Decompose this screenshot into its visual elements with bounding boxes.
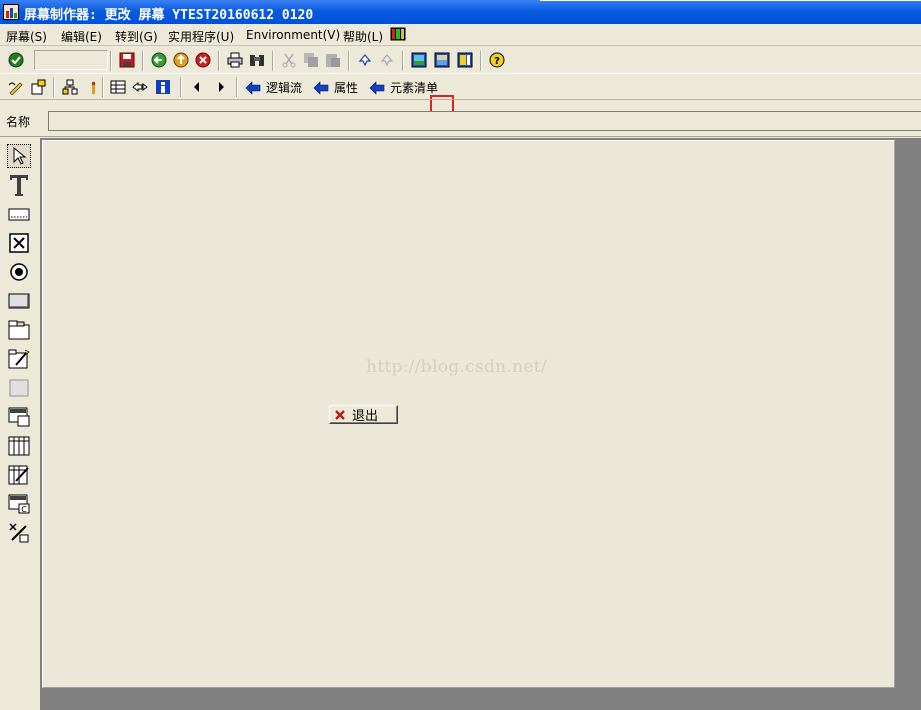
cancel-icon[interactable] xyxy=(193,50,213,70)
marker-icon[interactable] xyxy=(84,77,104,97)
watermark: http://blog.csdn.net/ xyxy=(366,357,547,377)
menu-goto[interactable]: 转到(G) xyxy=(115,28,158,45)
toolbar-separator xyxy=(53,77,55,97)
toolbar-separator xyxy=(236,77,238,97)
svg-text:?: ? xyxy=(494,56,500,67)
print-icon[interactable] xyxy=(225,50,245,70)
toolbar-separator xyxy=(348,51,350,71)
app-icon xyxy=(3,4,19,20)
name-label: 名称 xyxy=(6,115,31,129)
toolbar-separator xyxy=(272,51,274,71)
svg-text:C: C xyxy=(21,505,27,514)
prev-icon[interactable] xyxy=(187,77,207,97)
status-icon[interactable] xyxy=(7,521,31,545)
copy-icon xyxy=(301,50,321,70)
command-field[interactable] xyxy=(34,50,108,70)
title-bar: 屏幕制作器: 更改 屏幕 YTEST20160612 0120 xyxy=(0,0,921,24)
arrow-left-icon xyxy=(313,80,329,95)
exit-button-label: 退出 xyxy=(352,409,379,424)
nav-flow-logic[interactable]: 逻辑流 xyxy=(245,79,302,96)
nav-element-list-label: 元素清单 xyxy=(390,81,439,95)
arrow-left-icon xyxy=(245,80,261,95)
menu-help[interactable]: 帮助(L) xyxy=(343,28,383,45)
checkbox-icon[interactable] xyxy=(7,231,31,255)
new-element-icon[interactable] xyxy=(28,77,48,97)
custom-control-icon[interactable]: C xyxy=(7,492,31,516)
tabstrip-icon[interactable] xyxy=(7,318,31,342)
toolbar-separator xyxy=(102,77,104,97)
nav-flow-logic-label: 逻辑流 xyxy=(266,81,303,95)
next-icon[interactable] xyxy=(211,77,231,97)
toolbar-separator xyxy=(480,51,482,71)
menu-environment[interactable]: Environment(V) xyxy=(246,28,340,42)
menu-bar: 屏幕(S) 编辑(E) 转到(G) 实用程序(U) Environment(V)… xyxy=(0,24,921,46)
application-toolbar xyxy=(0,75,921,100)
edit-icon[interactable] xyxy=(6,77,26,97)
input-format-icon[interactable] xyxy=(108,77,128,97)
title-bar-edge xyxy=(540,0,921,1)
help-icon[interactable]: ? xyxy=(487,50,507,70)
name-bar: 名称 xyxy=(0,103,921,137)
undo-icon[interactable] xyxy=(355,50,375,70)
text-field-icon[interactable] xyxy=(7,173,31,197)
standard-toolbar: ? xyxy=(0,47,921,119)
radio-button-icon[interactable] xyxy=(7,260,31,284)
name-field[interactable] xyxy=(48,111,921,131)
tabstrip-wizard-icon[interactable] xyxy=(7,347,31,371)
menu-utilities[interactable]: 实用程序(U) xyxy=(168,28,234,45)
toolbar-separator xyxy=(142,51,144,71)
close-icon xyxy=(335,409,345,420)
toolbar-separator xyxy=(402,51,404,71)
hierarchy-icon[interactable] xyxy=(60,77,80,97)
subscreen-icon[interactable] xyxy=(7,405,31,429)
exit-icon[interactable] xyxy=(171,50,191,70)
toolbar-separator xyxy=(180,77,182,97)
check-icon[interactable] xyxy=(6,50,26,70)
toolbar-separator xyxy=(110,51,112,71)
window-title: 屏幕制作器: 更改 屏幕 YTEST20160612 0120 xyxy=(24,8,314,23)
info-icon[interactable] xyxy=(153,77,173,97)
layout-editor-frame: http://blog.csdn.net/ 退出 xyxy=(40,138,921,710)
table-control-icon[interactable] xyxy=(7,434,31,458)
customize-layout-icon[interactable] xyxy=(390,27,406,41)
pointer-icon[interactable] xyxy=(7,144,31,168)
arrow-left-icon xyxy=(369,80,385,95)
paste-icon xyxy=(323,50,343,70)
element-palette: C xyxy=(0,138,40,710)
exit-button[interactable]: 退出 xyxy=(329,405,398,424)
find-icon[interactable] xyxy=(247,50,267,70)
back-icon[interactable] xyxy=(149,50,169,70)
nav-attributes-label: 属性 xyxy=(334,81,359,95)
input-field-icon[interactable] xyxy=(7,202,31,226)
cut-icon xyxy=(279,50,299,70)
field-arrows-icon[interactable] xyxy=(130,77,150,97)
layout-canvas[interactable]: http://blog.csdn.net/ 退出 xyxy=(42,140,895,688)
layout-mode-1-icon[interactable] xyxy=(409,50,429,70)
table-wizard-icon[interactable] xyxy=(7,463,31,487)
push-button-icon[interactable] xyxy=(7,289,31,313)
box-icon[interactable] xyxy=(7,376,31,400)
nav-attributes[interactable]: 属性 xyxy=(313,79,358,96)
menu-screen[interactable]: 屏幕(S) xyxy=(6,28,47,45)
layout-mode-3-icon[interactable] xyxy=(455,50,475,70)
layout-mode-2-icon[interactable] xyxy=(432,50,452,70)
menu-edit[interactable]: 编辑(E) xyxy=(61,28,102,45)
toolbar-separator xyxy=(218,51,220,71)
nav-element-list[interactable]: 元素清单 xyxy=(369,79,438,96)
redo-icon xyxy=(377,50,397,70)
save-icon[interactable] xyxy=(117,50,137,70)
